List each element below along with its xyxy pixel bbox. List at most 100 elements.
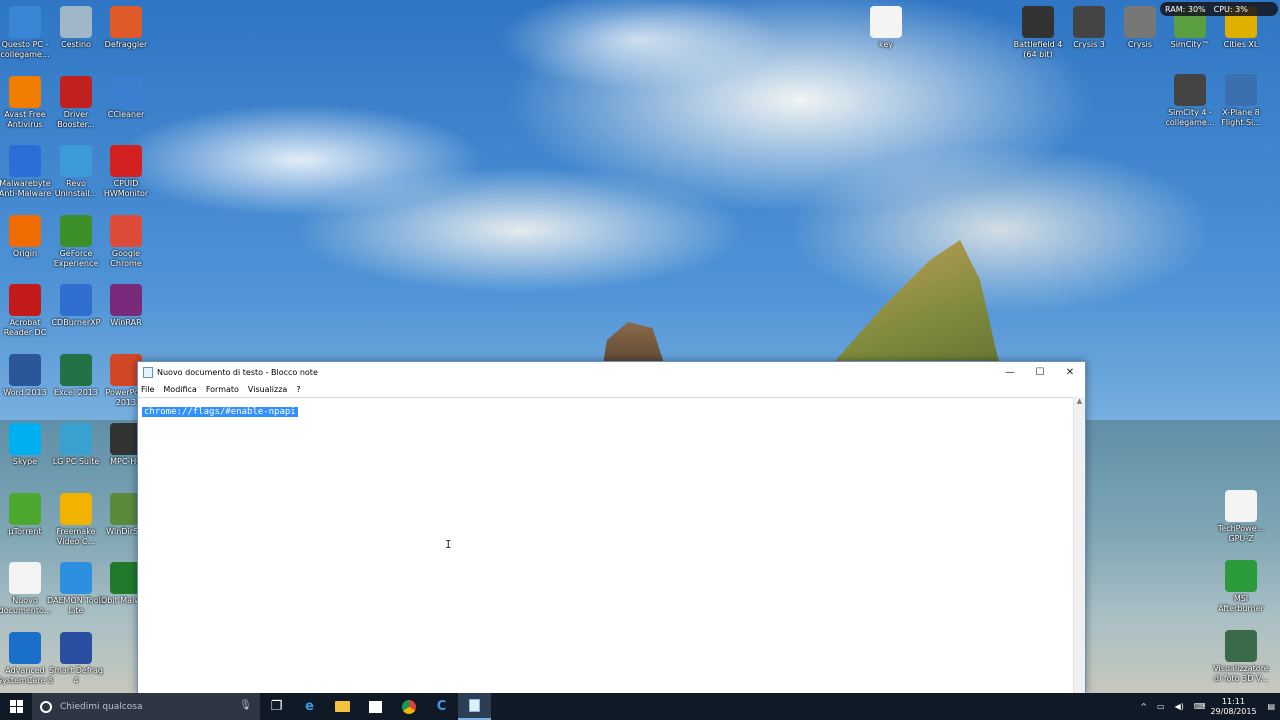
advanced-systemcare-icon — [9, 631, 41, 664]
task-view-icon: ❐ — [270, 699, 283, 714]
excel-icon — [60, 353, 92, 386]
folder-icon — [335, 701, 350, 712]
geforce-icon — [60, 214, 92, 247]
daemon-tools-icon — [60, 562, 92, 594]
text-document-icon — [1225, 490, 1257, 522]
cdburner-icon — [60, 284, 92, 316]
file-explorer-button[interactable] — [326, 693, 359, 720]
desktop-icon-label: CPUID HWMonitor — [103, 179, 149, 198]
text-document-icon — [9, 562, 41, 594]
desktop-icon-label: WinRAR — [110, 318, 142, 327]
menu-file[interactable]: File — [141, 385, 154, 394]
vertical-scrollbar[interactable]: ▲ — [1073, 397, 1085, 693]
hwmonitor-icon — [110, 145, 142, 177]
desktop-icon[interactable]: Google Chrome — [96, 214, 156, 269]
desktop-icon[interactable]: key — [856, 6, 916, 50]
task-view-button[interactable]: ❐ — [260, 693, 293, 720]
simcity4-icon — [1174, 74, 1206, 106]
desktop-icon-label: Visualizzatore di foto 3D V... — [1213, 664, 1269, 683]
ccleaner-icon — [110, 75, 142, 108]
text-document-icon — [870, 6, 902, 38]
crysis3-icon — [1073, 6, 1105, 38]
winrar-icon — [110, 284, 142, 316]
xplane-icon — [1225, 74, 1257, 106]
desktop-icon[interactable]: WinRAR — [96, 284, 156, 328]
windows-logo-icon — [9, 700, 23, 713]
desktop-icon-label: TechPowe... GPU-Z — [1217, 524, 1265, 543]
menu-bar: File Modifica Formato Visualizza ? — [138, 382, 1085, 396]
desktop-icon-label: MSI Afterburner — [1218, 594, 1264, 613]
driver-booster-icon — [60, 75, 92, 108]
desktop-icon-label: CCleaner — [107, 109, 145, 119]
systemcare-taskbar-button[interactable]: C — [425, 693, 458, 720]
clock[interactable]: 11:11 29/08/2015 — [1210, 697, 1256, 717]
defraggler-icon — [110, 6, 142, 38]
action-center-icon[interactable]: ▤ — [1267, 702, 1275, 711]
edge-button[interactable]: e — [293, 693, 326, 720]
skype-icon — [9, 423, 41, 455]
acrobat-icon — [9, 284, 41, 316]
notepad-titlebar[interactable]: Nuovo documento di testo - Blocco note —… — [138, 362, 1085, 382]
origin-icon — [9, 214, 41, 247]
battlefield-icon — [1022, 6, 1054, 38]
clock-date: 29/08/2015 — [1210, 706, 1257, 716]
desktop-icon[interactable]: MSI Afterburner — [1211, 560, 1271, 614]
lg-pc-suite-icon — [60, 423, 92, 455]
menu-formato[interactable]: Formato — [206, 385, 239, 394]
chrome-icon — [401, 699, 416, 714]
cortana-circle-icon — [40, 700, 52, 713]
desktop-icon-label: X-Plane 8 Flight Si... — [1221, 108, 1261, 127]
system-monitor: RAM: 30% CPU: 3% — [1160, 2, 1278, 16]
malwarebytes-icon — [9, 145, 41, 177]
desktop-icon[interactable]: Visualizzatore di foto 3D V... — [1211, 630, 1271, 684]
desktop-icon-label: Cities XL — [1223, 40, 1259, 49]
maximize-button[interactable]: ☐ — [1025, 362, 1055, 382]
microphone-icon[interactable]: 🎙 — [239, 700, 252, 711]
text-cursor-icon: I — [445, 538, 452, 551]
desktop-icon[interactable]: CCleaner — [96, 75, 156, 120]
taskbar: Chiedimi qualcosa 🎙 ❐ e C ^ ▭ ◀) ⌨ 11:11… — [0, 693, 1280, 720]
avast-icon — [9, 75, 41, 108]
recycle-bin-icon — [60, 6, 92, 38]
tray-expand-icon[interactable]: ^ — [1140, 702, 1147, 711]
desktop-icon-label: Google Chrome — [110, 248, 142, 268]
chrome-taskbar-button[interactable] — [392, 693, 425, 720]
window-controls: — ☐ ✕ — [995, 362, 1085, 382]
ram-usage: RAM: 30% — [1165, 4, 1206, 14]
desktop-icon[interactable]: Defraggler — [96, 6, 156, 50]
network-icon[interactable]: ▭ — [1157, 702, 1165, 711]
menu-help[interactable]: ? — [296, 385, 300, 394]
desktop-icon[interactable]: CPUID HWMonitor — [96, 145, 156, 199]
system-tray: ^ ▭ ◀) ⌨ 11:11 29/08/2015 ▤ — [1135, 693, 1280, 720]
cortana-search-box[interactable]: Chiedimi qualcosa 🎙 — [32, 693, 260, 720]
menu-modifica[interactable]: Modifica — [163, 385, 196, 394]
text-editor-area[interactable]: chrome://flags/#enable-npapi — [138, 397, 1073, 693]
edge-icon: e — [305, 699, 314, 714]
minimize-button[interactable]: — — [995, 362, 1025, 382]
photo-viewer-icon — [1225, 630, 1257, 662]
msi-afterburner-icon — [1225, 560, 1257, 592]
freemake-icon — [60, 492, 92, 525]
menu-visualizza[interactable]: Visualizza — [248, 385, 287, 394]
smart-defrag-icon — [60, 631, 92, 664]
search-placeholder: Chiedimi qualcosa — [60, 701, 143, 712]
scroll-up-arrow-icon[interactable]: ▲ — [1074, 397, 1085, 405]
notepad-icon — [469, 699, 480, 712]
volume-icon[interactable]: ◀) — [1175, 702, 1184, 711]
advanced-systemcare-icon: C — [436, 699, 447, 714]
cpu-usage: CPU: 3% — [1213, 4, 1248, 14]
clock-time: 11:11 — [1221, 696, 1245, 706]
start-button[interactable] — [0, 693, 32, 720]
computer-icon — [9, 6, 41, 38]
notepad-window[interactable]: Nuovo documento di testo - Blocco note —… — [137, 361, 1086, 694]
desktop-icon[interactable]: Smart Defrag 4 — [46, 631, 106, 686]
keyboard-icon[interactable]: ⌨ — [1194, 702, 1206, 711]
selected-text[interactable]: chrome://flags/#enable-npapi — [142, 407, 298, 417]
word-icon — [9, 353, 41, 386]
store-button[interactable] — [359, 693, 392, 720]
close-button[interactable]: ✕ — [1055, 362, 1085, 382]
desktop-icon[interactable]: TechPowe... GPU-Z — [1211, 490, 1271, 544]
notepad-taskbar-button[interactable] — [458, 693, 491, 720]
chrome-icon — [110, 214, 142, 247]
desktop-icon[interactable]: X-Plane 8 Flight Si... — [1211, 74, 1271, 128]
